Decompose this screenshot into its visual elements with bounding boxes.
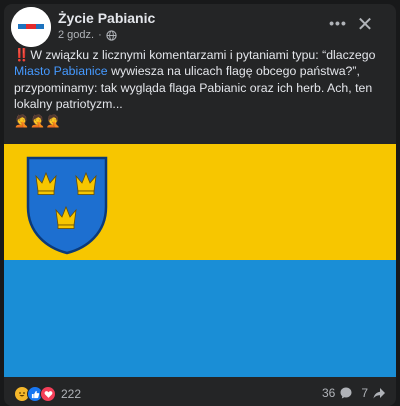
post-header: Życie Pabianic 2 godz. · ••• ✕ xyxy=(4,4,396,47)
more-options-button[interactable]: ••• xyxy=(327,14,349,36)
globe-icon xyxy=(106,29,117,41)
post-footer: 222 36 7 xyxy=(4,380,396,406)
flag-blue-stripe xyxy=(4,260,396,377)
post-text-before: W związku z licznymi komentarzami i pyta… xyxy=(30,48,376,62)
comment-icon[interactable] xyxy=(339,386,353,400)
mention-link[interactable]: Miasto Pabianice xyxy=(14,64,108,78)
post-time[interactable]: 2 godz. xyxy=(58,29,94,41)
share-icon[interactable] xyxy=(372,386,386,400)
love-reaction-icon xyxy=(40,386,56,402)
shares-count[interactable]: 7 xyxy=(361,386,368,400)
post-stats: 36 7 xyxy=(322,386,386,400)
reactions-summary[interactable]: 222 xyxy=(14,386,81,402)
reaction-count[interactable]: 222 xyxy=(61,387,81,401)
coat-of-arms-icon xyxy=(26,156,108,255)
comments-count[interactable]: 36 xyxy=(322,386,335,400)
facepalm-emojis: 🤦🤦🤦 xyxy=(14,114,62,129)
page-logo-icon xyxy=(11,7,51,47)
post-text: ‼️ W związku z licznymi komentarzami i py… xyxy=(14,47,386,129)
page-name[interactable]: Życie Pabianic xyxy=(58,10,155,26)
page-avatar[interactable] xyxy=(11,7,51,47)
close-button[interactable]: ✕ xyxy=(352,12,378,38)
double-exclamation-icon: ‼️ xyxy=(14,48,29,62)
post-card: Życie Pabianic 2 godz. · ••• ✕ ‼️ W związ… xyxy=(4,4,396,406)
post-meta: 2 godz. · xyxy=(58,29,117,41)
meta-separator: · xyxy=(98,29,102,41)
post-image-flag[interactable] xyxy=(4,144,396,377)
